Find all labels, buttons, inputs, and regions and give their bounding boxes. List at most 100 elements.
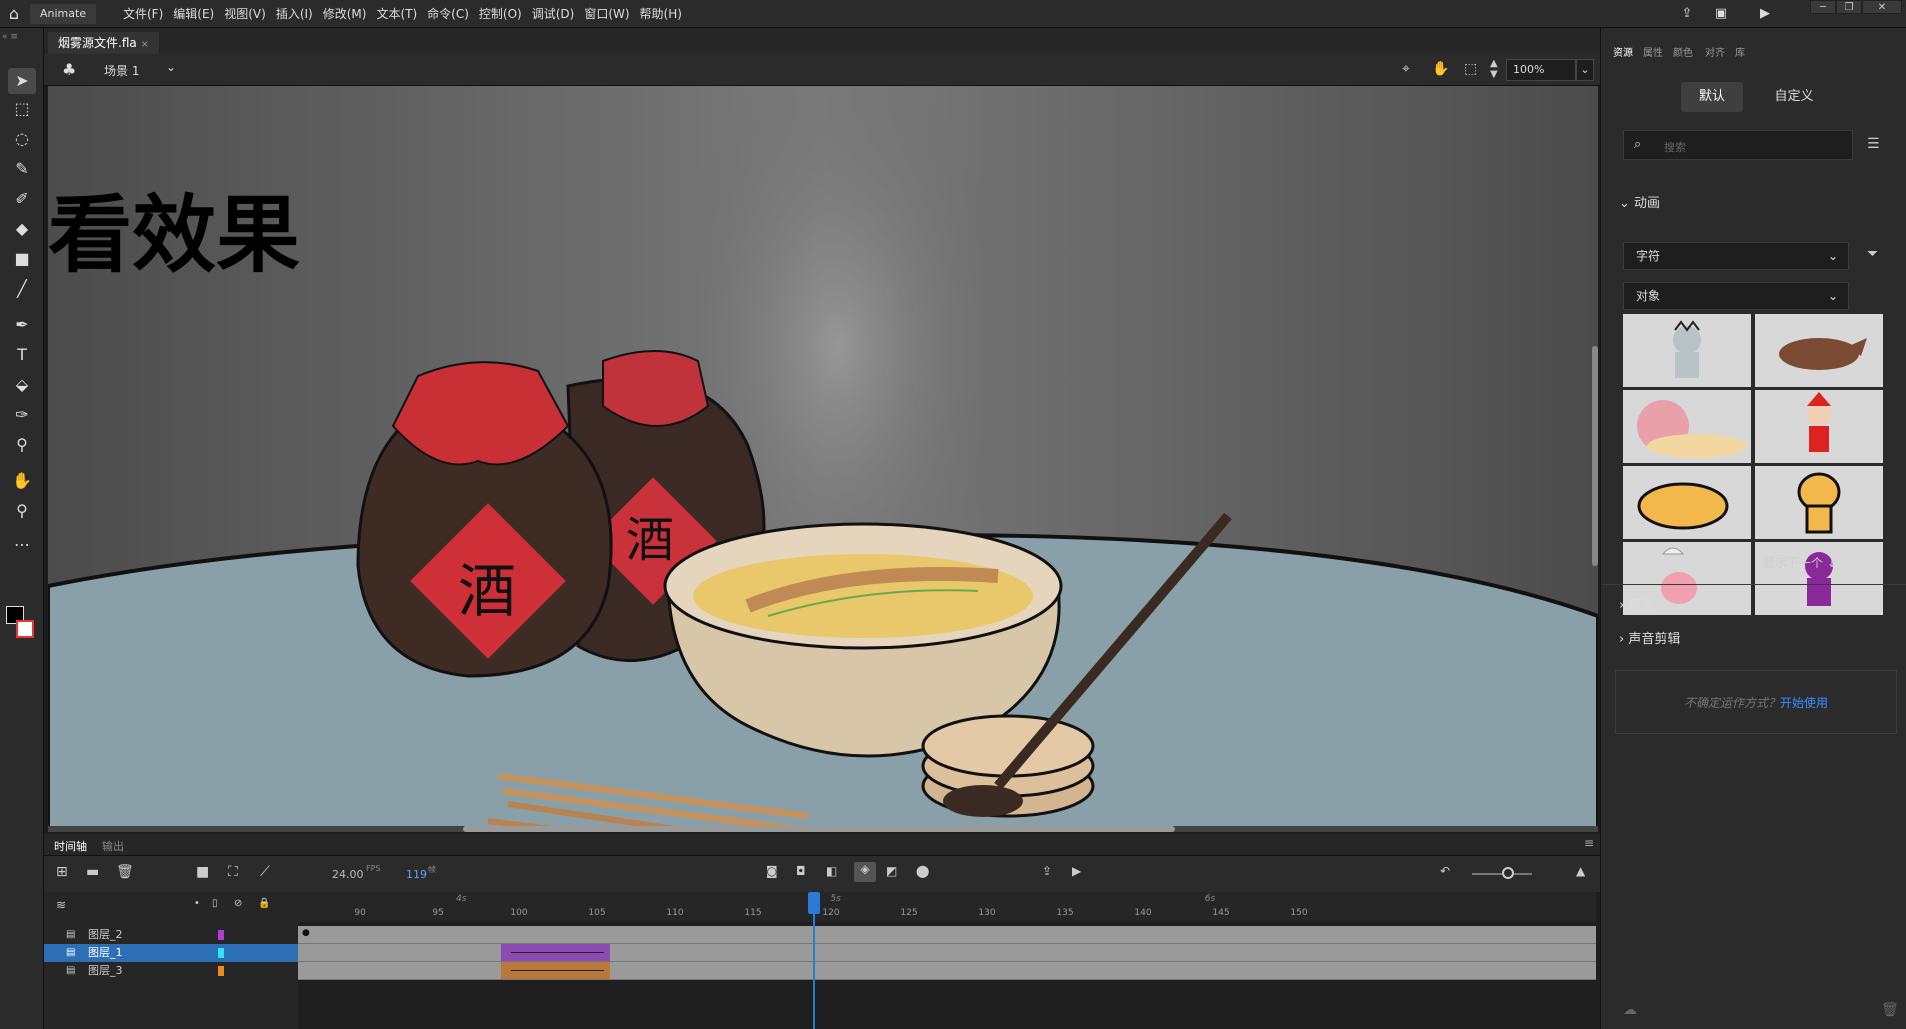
new-folder-icon[interactable]: ▬ xyxy=(86,864,99,880)
custom-toggle[interactable]: 自定义 xyxy=(1761,82,1827,112)
clip-stage-icon[interactable]: ⬚ xyxy=(1464,61,1477,77)
more-tools-icon[interactable]: ⋯ xyxy=(8,532,36,558)
insert-keyframe-icon[interactable]: ◙ xyxy=(766,864,778,878)
get-started-link[interactable]: 开始使用 xyxy=(1780,696,1828,710)
tab-assets[interactable]: 资源 xyxy=(1613,44,1633,59)
search-input[interactable]: ⌕ 搜索 xyxy=(1623,130,1853,160)
asset-mummy[interactable] xyxy=(1623,314,1751,387)
frame-grid[interactable]: 90 95 100 105 110 115 120 125 130 135 140 145 150 4s 5… xyxy=(298,892,1600,1029)
restore-icon[interactable]: ❐ xyxy=(1836,0,1862,14)
insert-blank-keyframe-icon[interactable]: ◘ xyxy=(796,864,806,878)
menu-view[interactable]: 视图(V) xyxy=(219,0,271,28)
lock-icon[interactable]: 🔒 xyxy=(258,898,270,909)
tab-properties[interactable]: 属性 xyxy=(1643,44,1663,59)
stage-canvas[interactable]: 酒 酒 看效果 xyxy=(48,86,1598,830)
selection-tool-icon[interactable]: ➤ xyxy=(8,68,36,94)
menu-control[interactable]: 控制(O) xyxy=(474,0,527,28)
zoom-dropdown-icon[interactable]: ⌄ xyxy=(1576,59,1594,81)
fps-value[interactable]: 24.00 xyxy=(332,868,364,881)
object-dropdown[interactable]: 对象 ⌄ xyxy=(1623,282,1849,310)
home-icon[interactable]: ⌂ xyxy=(4,4,24,24)
brush-tool-icon[interactable]: ✐ xyxy=(8,186,36,212)
export-icon[interactable]: ⇪ xyxy=(1042,864,1052,878)
stage-horizontal-scrollbar[interactable] xyxy=(48,826,1598,832)
graph-icon[interactable]: ⟋ xyxy=(260,864,270,880)
menu-file[interactable]: 文件(F) xyxy=(118,0,168,28)
visibility-icon[interactable]: ⊘ xyxy=(234,898,242,909)
zoom-stepper-icon[interactable]: ▲ ▼ xyxy=(1490,58,1498,80)
close-tab-icon[interactable]: × xyxy=(141,39,149,50)
character-dropdown[interactable]: 字符 ⌄ xyxy=(1623,242,1849,270)
tab-color[interactable]: 颜色 xyxy=(1673,44,1693,59)
menu-modify[interactable]: 修改(M) xyxy=(318,0,372,28)
tab-align[interactable]: 对齐 xyxy=(1705,44,1725,59)
workspace-icon[interactable]: ▣ xyxy=(1712,6,1730,22)
fill-color-swatch[interactable] xyxy=(16,620,34,638)
cloud-icon[interactable]: ☁ xyxy=(1623,1002,1637,1018)
menu-help[interactable]: 帮助(H) xyxy=(635,0,687,28)
create-tween-icon[interactable]: ◩ xyxy=(886,864,897,878)
menu-text[interactable]: 文本(T) xyxy=(371,0,422,28)
play-icon[interactable]: ▶ xyxy=(1072,864,1081,878)
onion-skin-icon[interactable]: ⬤ xyxy=(916,864,929,878)
timeline-zoom-max-icon[interactable]: ▲ xyxy=(1576,864,1585,878)
menu-window[interactable]: 窗口(W) xyxy=(579,0,634,28)
asset-snail[interactable] xyxy=(1623,390,1751,463)
filter-icon[interactable]: ⏷ xyxy=(1867,246,1878,262)
track-layer-1[interactable] xyxy=(298,944,1596,962)
parenting-icon[interactable]: ⛶ xyxy=(228,864,238,880)
section-sound[interactable]: › 声音剪辑 xyxy=(1619,628,1680,647)
track-layer-2[interactable]: ● xyxy=(298,926,1596,944)
menu-debug[interactable]: 调试(D) xyxy=(527,0,580,28)
list-view-icon[interactable]: ☰ xyxy=(1867,136,1880,152)
test-movie-icon[interactable]: ▶ xyxy=(1756,6,1774,22)
layer-row-3[interactable]: ▤ 图层_3 xyxy=(44,962,298,980)
asset-dog-sitting[interactable] xyxy=(1755,466,1883,539)
paint-brush-tool-icon[interactable]: ✎ xyxy=(8,156,36,182)
rotate-stage-icon[interactable]: ✋ xyxy=(1432,61,1449,77)
close-icon[interactable]: ✕ xyxy=(1862,0,1902,14)
collapse-toolbar-icon[interactable]: « ≡ xyxy=(2,32,42,44)
new-layer-icon[interactable]: ⊞ xyxy=(56,864,68,880)
timeline-zoom-handle[interactable] xyxy=(1502,867,1514,879)
scroll-thumb[interactable] xyxy=(463,826,1175,832)
motion-tween-span[interactable] xyxy=(500,962,610,979)
zoom-input[interactable]: 100% xyxy=(1506,59,1576,81)
menu-edit[interactable]: 编辑(E) xyxy=(168,0,219,28)
eraser-tool-icon[interactable]: ◆ xyxy=(8,216,36,242)
track-layer-3[interactable] xyxy=(298,962,1596,980)
document-tab[interactable]: 烟雾源文件.fla × xyxy=(48,32,159,54)
playhead-handle[interactable] xyxy=(807,892,820,914)
tab-library[interactable]: 库 xyxy=(1735,44,1745,59)
asset-santa[interactable] xyxy=(1755,390,1883,463)
current-frame[interactable]: 119 xyxy=(406,868,427,881)
tab-output[interactable]: 输出 xyxy=(102,838,124,854)
default-toggle[interactable]: 默认 xyxy=(1681,82,1743,112)
share-icon[interactable]: ⇪ xyxy=(1678,6,1696,22)
rectangle-tool-icon[interactable]: ■ xyxy=(8,246,36,272)
menu-insert[interactable]: 插入(I) xyxy=(271,0,318,28)
playhead[interactable] xyxy=(807,892,820,1029)
free-transform-tool-icon[interactable]: ⬚ xyxy=(8,96,36,122)
menu-commands[interactable]: 命令(C) xyxy=(422,0,474,28)
camera-icon[interactable]: ■ xyxy=(196,864,209,880)
panel-menu-icon[interactable]: ≡ xyxy=(1584,836,1594,850)
asset-wolf[interactable] xyxy=(1755,314,1883,387)
asset-ninja[interactable] xyxy=(1755,542,1883,615)
section-static[interactable]: › 静态 xyxy=(1619,594,1654,613)
insert-frame-icon[interactable]: ◧ xyxy=(826,864,837,878)
hand-tool-icon[interactable]: ✋ xyxy=(8,468,36,494)
scene-name[interactable]: 场景 1 xyxy=(104,62,139,79)
outline-icon[interactable]: ▯ xyxy=(212,898,218,909)
highlight-icon[interactable]: • xyxy=(194,898,200,909)
stage-vertical-scrollbar[interactable] xyxy=(1592,346,1598,566)
frame-ruler[interactable]: 90 95 100 105 110 115 120 125 130 135 140 145 150 4s 5… xyxy=(298,892,1596,922)
center-frame-icon[interactable]: ↶ xyxy=(1440,864,1450,878)
paint-bucket-tool-icon[interactable]: ⬙ xyxy=(8,372,36,398)
pin-tool-icon[interactable]: ⚲ xyxy=(8,432,36,458)
minimize-icon[interactable]: ─ xyxy=(1810,0,1836,14)
auto-keyframe-icon[interactable]: ◈ xyxy=(854,862,876,882)
delete-layer-icon[interactable]: 🗑 xyxy=(116,864,134,880)
snap-icon[interactable]: ⌖ xyxy=(1402,61,1410,77)
motion-tween-span[interactable] xyxy=(500,944,610,961)
